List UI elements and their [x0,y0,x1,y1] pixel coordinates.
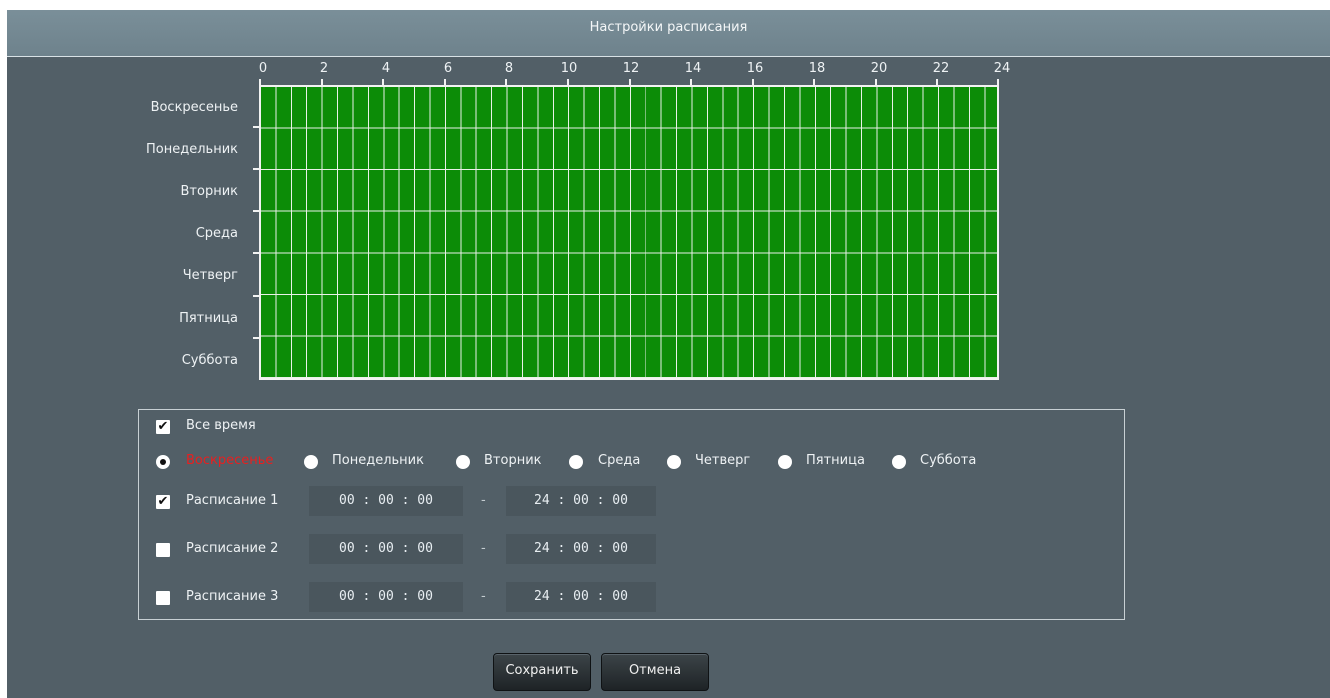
radio-monday[interactable] [304,455,318,469]
radio-friday[interactable] [778,455,792,469]
hour-label: 16 [746,61,764,76]
day-label-sunday: Воскресенье [150,100,238,115]
schedule-2-end-time[interactable]: 24 : 00 : 00 [506,534,656,564]
day-label-tuesday: Вторник [180,184,239,199]
day-label-wednesday: Среда [195,226,238,241]
cancel-button[interactable]: Отмена [601,653,709,691]
time-separator: - [481,589,486,604]
schedule-1-start-time[interactable]: 00 : 00 : 00 [309,486,463,516]
schedule-1-label: Расписание 1 [186,493,279,508]
radio-label-sunday: Воскресенье [186,453,274,468]
radio-label-monday: Понедельник [332,453,424,468]
day-label-friday: Пятница [179,311,238,326]
radio-label-thursday: Четверг [695,453,751,468]
all-time-label: Все время [186,418,256,433]
schedule-2-label: Расписание 2 [186,541,279,556]
radio-label-friday: Пятница [806,453,865,468]
schedule-3-label: Расписание 3 [186,589,279,604]
radio-wednesday[interactable] [569,455,583,469]
panel-header: Настройки расписания [7,10,1330,57]
hour-label: 0 [258,61,268,76]
hour-label: 4 [381,61,391,76]
day-label-thursday: Четверг [182,268,238,283]
save-button[interactable]: Сохранить [493,653,591,691]
day-label-monday: Понедельник [146,142,238,157]
schedule-3-checkbox[interactable] [156,591,170,605]
schedule-3-start-time[interactable]: 00 : 00 : 00 [309,582,463,612]
hour-label: 22 [932,61,950,76]
all-time-checkbox[interactable]: ✔ [156,420,170,434]
schedule-1-end-time[interactable]: 24 : 00 : 00 [506,486,656,516]
radio-saturday[interactable] [892,455,906,469]
hour-label: 10 [560,61,578,76]
time-separator: - [481,493,486,508]
hour-label: 2 [319,61,329,76]
schedule-settings-panel: Настройки расписания 0 2 4 6 8 10 12 14 … [7,10,1330,698]
time-separator: - [481,541,486,556]
schedule-1-checkbox[interactable]: ✔ [156,495,170,509]
page-title: Настройки расписания [589,20,748,35]
radio-tuesday[interactable] [456,455,470,469]
hour-label: 8 [504,61,514,76]
hour-label: 24 [993,61,1011,76]
hour-label: 18 [808,61,826,76]
radio-label-saturday: Суббота [920,453,977,468]
hour-label: 6 [443,61,453,76]
radio-sunday[interactable] [156,455,170,469]
hour-label: 14 [684,61,702,76]
schedule-2-start-time[interactable]: 00 : 00 : 00 [309,534,463,564]
day-label-saturday: Суббота [181,353,238,368]
radio-label-tuesday: Вторник [484,453,542,468]
schedule-2-checkbox[interactable] [156,543,170,557]
radio-thursday[interactable] [667,455,681,469]
schedule-3-end-time[interactable]: 24 : 00 : 00 [506,582,656,612]
radio-label-wednesday: Среда [598,453,641,468]
schedule-options: ✔ Все время Воскресенье Понедельник Втор… [138,409,1125,620]
schedule-grid[interactable] [259,85,999,380]
hour-label: 20 [870,61,888,76]
hour-label: 12 [622,61,640,76]
